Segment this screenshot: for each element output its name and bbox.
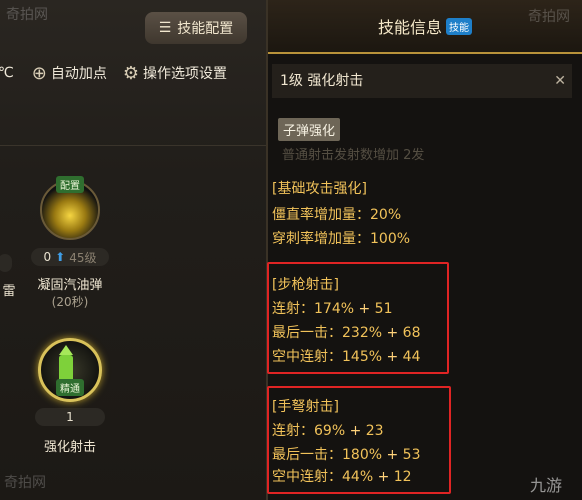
up-arrow-icon[interactable]: ⬆ [55,250,65,264]
crossbow-title: [手弩射击] [272,399,339,415]
pierce-row: 穿刺率增加量：100% [272,231,411,247]
faded-description: 普通射击发射数增加 2发 [282,148,425,163]
skill-config-button[interactable]: ☰ 技能配置 [145,12,247,44]
auto-points-icon[interactable]: ⊕ [32,63,47,84]
toolbar: ℃ ⊕ 自动加点 ⚙ 操作选项设置 [0,58,227,88]
rifle-row: 最后一击：232% + 68 [272,325,421,341]
rifle-title: [步枪射击] [272,277,339,293]
watermark: 九游 [530,476,563,495]
rifle-row: 连射：174% + 51 [272,301,393,317]
list-icon: ☰ [158,20,172,36]
gear-icon[interactable]: ⚙ [123,63,139,84]
header-badge: 技能 [446,18,472,35]
skill-name: 凝固汽油弹 [37,278,103,293]
config-tag: 配置 [56,176,84,193]
skill-level-bar: 1 [35,408,105,426]
bullet-skill-icon[interactable]: 精通 [38,338,102,402]
skill-enhanced-shot[interactable]: 精通 1 强化射击 [20,338,120,455]
skill-napalm[interactable]: 配置 0 ⬆ 45级 凝固汽油弹 (20秒) [20,176,120,310]
settings-button[interactable]: 操作选项设置 [143,63,227,83]
skill-cooldown: (20秒) [51,295,89,309]
stiff-row: 僵直率增加量：20% [272,207,402,223]
partial-icon: ℃ [0,65,14,81]
rifle-row: 空中连射：145% + 44 [272,349,421,365]
skill-level-bar: 0 ⬆ 45级 [31,248,109,266]
partial-level-bar [0,254,12,272]
auto-points-button[interactable]: 自动加点 [51,63,107,83]
skill-title-bar: 1级 强化射击 ✕ [272,64,572,98]
partial-skill-name: 雷 [2,284,16,299]
section-base-title: [基础攻击强化] [272,181,367,197]
skill-name: 强化射击 [43,440,96,455]
mastery-tag: 精通 [56,379,84,396]
divider [0,145,266,146]
fire-skill-icon[interactable]: 配置 [40,176,100,240]
watermark: 奇拍网 [6,7,48,23]
crossbow-row: 连射：69% + 23 [272,423,384,439]
close-icon[interactable]: ✕ [554,64,566,98]
crossbow-row: 空中连射：44% + 12 [272,469,412,485]
watermark: 奇拍网 [528,9,570,25]
crossbow-row: 最后一击：180% + 53 [272,447,421,463]
bullet-enhance-chip: 子弹强化 [278,118,341,141]
watermark: 奇拍网 [4,475,46,491]
